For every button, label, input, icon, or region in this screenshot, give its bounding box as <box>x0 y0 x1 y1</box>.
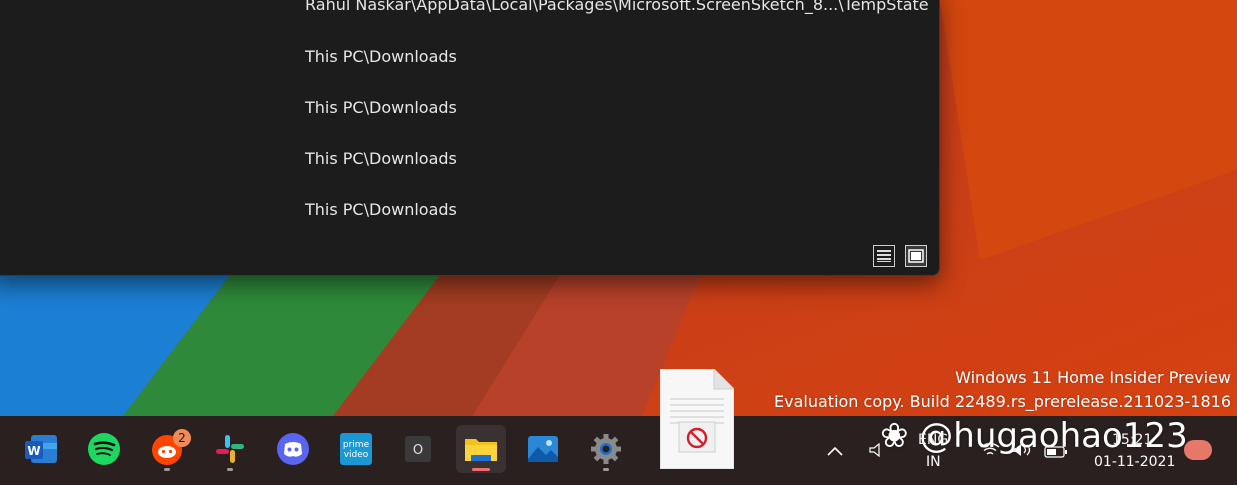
recent-path-item[interactable]: This PC\Downloads <box>305 149 457 168</box>
recent-path-item[interactable]: Rahul Naskar\AppData\Local\Packages\Micr… <box>305 0 929 14</box>
active-indicator <box>472 468 490 471</box>
word-icon: W <box>25 435 57 463</box>
taskbar-app-file-explorer[interactable] <box>456 425 506 473</box>
no-drop-icon <box>686 427 708 449</box>
taskbar-app-photos[interactable] <box>521 425 565 473</box>
file-explorer-window: Rahul Naskar\AppData\Local\Packages\Micr… <box>0 0 940 276</box>
folder-icon <box>465 439 497 461</box>
large-icons-view-icon <box>908 249 924 263</box>
taskbar-app-reddit[interactable]: 2 <box>145 425 191 473</box>
taskbar-app-spotify[interactable] <box>82 425 126 473</box>
svg-text:W: W <box>27 444 40 458</box>
windows-watermark-line2: Evaluation copy. Build 22489.rs_prerelea… <box>774 392 1231 411</box>
slack-icon <box>216 435 244 463</box>
taskbar-app-settings[interactable] <box>584 425 628 473</box>
taskbar-app-slack[interactable] <box>208 425 252 473</box>
show-hidden-icons-button[interactable] <box>826 442 844 461</box>
o-icon: O <box>405 436 431 462</box>
svg-text:prime: prime <box>343 440 370 450</box>
weibo-handle: @hugaohao123 <box>919 416 1188 456</box>
taskbar-app-prime-video[interactable]: prime video <box>334 425 378 473</box>
weibo-watermark: ❀ @hugaohao123 <box>880 416 1188 456</box>
notification-badge: 2 <box>173 429 191 447</box>
windows-watermark-line1: Windows 11 Home Insider Preview <box>955 368 1231 387</box>
taskbar-app-o[interactable]: O <box>396 425 440 473</box>
svg-text:video: video <box>344 450 369 460</box>
weibo-logo-icon: ❀ <box>880 416 920 456</box>
gear-icon <box>591 434 621 464</box>
clock-date[interactable]: 01-11-2021 <box>1094 454 1175 470</box>
photos-icon <box>528 436 558 462</box>
recent-path-item[interactable]: This PC\Downloads <box>305 47 457 66</box>
running-indicator <box>603 468 609 471</box>
spotify-icon <box>88 433 120 465</box>
discord-icon <box>277 433 309 465</box>
taskbar-app-discord[interactable] <box>271 425 315 473</box>
taskbar-app-word[interactable]: W <box>19 425 63 473</box>
details-view-button[interactable] <box>873 245 895 267</box>
prime-video-icon: prime video <box>340 433 372 465</box>
large-icons-view-button[interactable] <box>905 245 927 267</box>
running-indicator <box>227 468 233 471</box>
document-icon <box>659 368 735 470</box>
recent-path-item[interactable]: This PC\Downloads <box>305 200 457 219</box>
region-indicator: IN <box>926 454 941 470</box>
recent-path-item[interactable]: This PC\Downloads <box>305 98 457 117</box>
dragged-file-preview <box>659 368 735 470</box>
running-indicator <box>164 468 170 471</box>
details-view-icon <box>877 250 891 262</box>
chevron-up-icon <box>827 446 843 456</box>
svg-text:O: O <box>413 443 423 458</box>
